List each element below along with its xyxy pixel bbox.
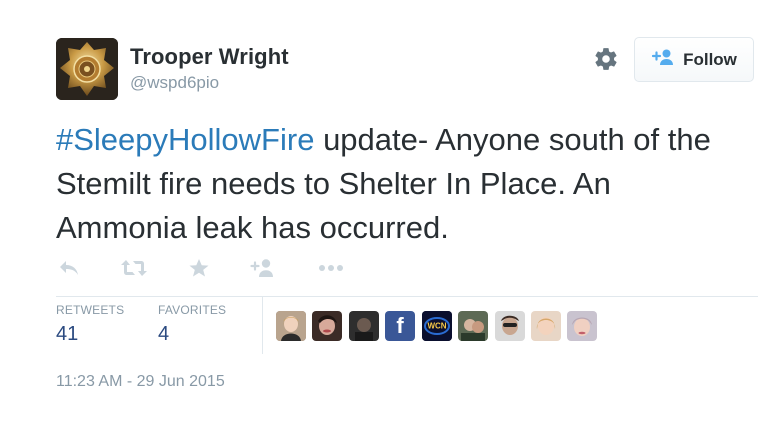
tweet-timestamp[interactable]: 11:23 AM - 29 Jun 2015 [56, 373, 225, 391]
favoriter-avatar[interactable] [531, 311, 561, 341]
favorites-stat[interactable]: FAVORITES 4 [158, 303, 226, 346]
gear-icon[interactable] [593, 46, 619, 72]
retweets-count: 41 [56, 323, 79, 345]
follow-user-icon[interactable] [250, 254, 276, 282]
wcn-logo[interactable]: WCN [422, 311, 452, 341]
tweet-text: #SleepyHollowFire update- Anyone south o… [56, 118, 746, 250]
favoriter-avatar[interactable] [495, 311, 525, 341]
retweet-icon[interactable] [120, 254, 148, 282]
stats-separator [262, 296, 263, 354]
author-handle[interactable]: @wspd6pio [130, 73, 219, 93]
favoriter-avatar[interactable] [312, 311, 342, 341]
more-icon[interactable] [318, 254, 344, 282]
author-avatar[interactable] [56, 38, 118, 100]
favorites-count: 4 [158, 323, 170, 345]
favoriter-avatar[interactable] [458, 311, 488, 341]
retweets-label: RETWEETS [56, 303, 125, 317]
follow-button[interactable]: Follow [634, 37, 754, 82]
favorite-icon[interactable] [188, 254, 210, 282]
retweets-stat[interactable]: RETWEETS 41 [56, 303, 124, 346]
follow-user-icon [651, 48, 675, 71]
favoriter-avatar[interactable] [349, 311, 379, 341]
favoriter-avatar[interactable] [276, 311, 306, 341]
wcn-logo-text: WCN [427, 322, 446, 331]
author-display-name[interactable]: Trooper Wright [130, 44, 289, 70]
favorites-label: FAVORITES [158, 303, 227, 317]
hashtag-link[interactable]: #SleepyHollowFire [56, 122, 314, 157]
reply-icon[interactable] [58, 254, 80, 282]
tweet-card: Trooper Wright @wspd6pio Follow #SleepyH… [0, 0, 760, 430]
favoriter-avatar[interactable] [567, 311, 597, 341]
police-badge-icon [56, 38, 118, 100]
follow-button-label: Follow [683, 49, 737, 69]
divider [56, 296, 758, 297]
facebook-letter: f [396, 313, 404, 338]
facebook-icon[interactable]: f [385, 311, 415, 341]
